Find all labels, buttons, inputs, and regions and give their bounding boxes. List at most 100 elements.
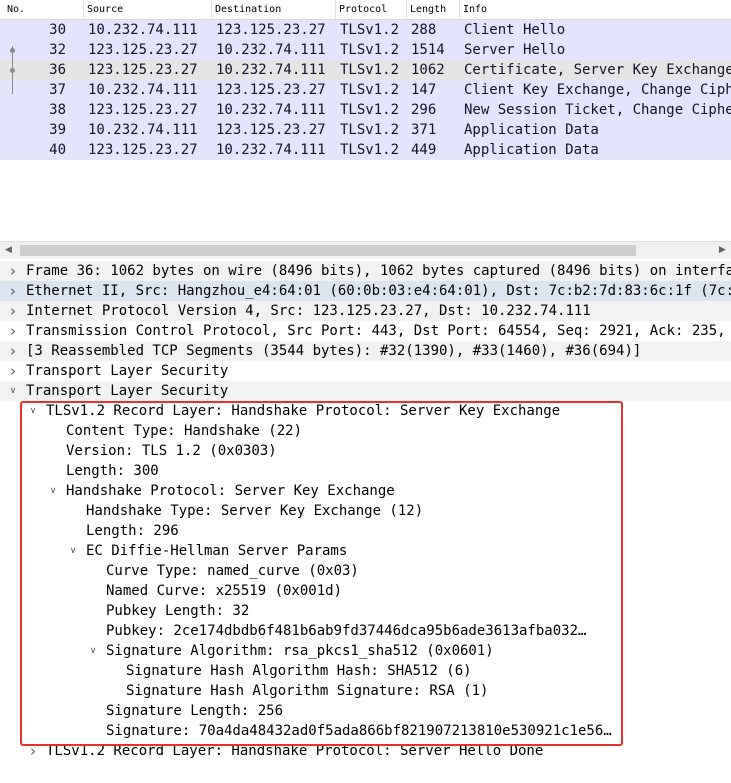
tree-item-label: Version: TLS 1.2 (0x0303) [66,443,277,459]
tree-item[interactable]: ∨ EC Diffie-Hellman Server Params [0,541,731,561]
chevron-right-icon[interactable]: › [7,321,19,341]
tree-item[interactable]: › Ethernet II, Src: Hangzhou_e4:64:01 (60… [0,281,731,301]
tree-item[interactable]: Named Curve: x25519 (0x001d) [0,581,731,601]
chevron-right-icon[interactable]: › [7,341,19,361]
tree-item[interactable]: Signature Hash Algorithm Signature: RSA … [0,681,731,701]
packet-cell-no: 30 [49,22,66,38]
tree-item-label: TLSv1.2 Record Layer: Handshake Protocol… [46,743,544,759]
packet-list-horizontal-scrollbar[interactable]: ◀ ▶ [0,241,731,259]
tree-item[interactable]: Curve Type: named_curve (0x03) [0,561,731,581]
packet-row[interactable]: 39 10.232.74.111 123.125.23.27 TLSv1.2 371 Ap… [0,120,731,140]
tree-item-label: EC Diffie-Hellman Server Params [86,543,348,559]
tree-item[interactable]: › Transport Layer Security [0,361,731,381]
tree-item[interactable]: › Internet Protocol Version 4, Src: 123.1… [0,301,731,321]
tree-item[interactable]: Signature Length: 256 [0,701,731,721]
column-header-length[interactable]: Length [407,0,460,19]
wireshark-window: No. Source Destination Protocol Length I… [0,0,731,783]
packet-cell-info: Client Hello [464,22,566,38]
packet-row[interactable]: 36 123.125.23.27 10.232.74.111 TLSv1.2 1062 C… [0,60,731,80]
packet-cell-destination: 123.125.23.27 [216,122,326,138]
packet-row[interactable]: 30 10.232.74.111 123.125.23.27 TLSv1.2 288 Cl… [0,20,731,40]
tree-item[interactable]: Version: TLS 1.2 (0x0303) [0,441,731,461]
tree-item[interactable]: ∨ Signature Algorithm: rsa_pkcs1_sha512 (… [0,641,731,661]
tree-item[interactable]: Pubkey: 2ce174dbdb6f481b6ab9fd37446dca95… [0,621,731,641]
packet-details-tree: › Frame 36: 1062 bytes on wire (8496 bits… [0,261,731,783]
tree-item-label: Pubkey: 2ce174dbdb6f481b6ab9fd37446dca95… [106,623,587,639]
tree-item-label: Pubkey Length: 32 [106,603,250,619]
packet-cell-info: Server Hello [464,42,566,58]
packet-cell-protocol: TLSv1.2 [340,122,400,138]
packet-cell-protocol: TLSv1.2 [340,22,400,38]
chevron-down-icon[interactable]: ∨ [47,481,59,501]
packet-cell-info: Application Data [464,122,599,138]
packet-cell-source: 123.125.23.27 [88,42,198,58]
tree-item-label: TLSv1.2 Record Layer: Handshake Protocol… [46,403,561,419]
tree-item[interactable]: › Transmission Control Protocol, Src Port… [0,321,731,341]
tree-item[interactable]: Length: 296 [0,521,731,541]
packet-cell-destination: 10.232.74.111 [216,62,326,78]
tree-item[interactable]: ∨ TLSv1.2 Record Layer: Handshake Protoco… [0,401,731,421]
tree-item-label: Signature Hash Algorithm Signature: RSA … [126,683,489,699]
packet-cell-destination: 10.232.74.111 [216,142,326,158]
tree-item[interactable]: Length: 300 [0,461,731,481]
chevron-down-icon[interactable]: ∨ [87,641,99,661]
packet-list: 30 10.232.74.111 123.125.23.27 TLSv1.2 288 Cl… [0,20,731,240]
column-header-source[interactable]: Source [84,0,212,19]
chevron-right-icon[interactable]: › [7,301,19,321]
packet-cell-no: 38 [49,102,66,118]
packet-cell-info: Application Data [464,142,599,158]
tree-item[interactable]: Handshake Type: Server Key Exchange (12) [0,501,731,521]
tree-item[interactable]: Signature Hash Algorithm Hash: SHA512 (6… [0,661,731,681]
tree-item-label: Handshake Protocol: Server Key Exchange [66,483,395,499]
scrollbar-thumb[interactable] [20,245,636,256]
packet-cell-protocol: TLSv1.2 [340,82,400,98]
packet-cell-source: 10.232.74.111 [88,82,198,98]
tree-item[interactable]: › [3 Reassembled TCP Segments (3544 bytes… [0,341,731,361]
tree-item[interactable]: Pubkey Length: 32 [0,601,731,621]
packet-cell-no: 40 [49,142,66,158]
tree-item[interactable]: Signature: 70a4da48432ad0f5ada866bf82190… [0,721,731,741]
tree-item-label: Handshake Type: Server Key Exchange (12) [86,503,424,519]
packet-cell-source: 10.232.74.111 [88,122,198,138]
chevron-down-icon[interactable]: ∨ [67,541,79,561]
column-header-protocol[interactable]: Protocol [336,0,407,19]
tree-item-label: Ethernet II, Src: Hangzhou_e4:64:01 (60:… [26,283,731,299]
tree-item-label: Length: 296 [86,523,179,539]
packet-row[interactable]: 32 123.125.23.27 10.232.74.111 TLSv1.2 1514 S… [0,40,731,60]
chevron-right-icon[interactable]: › [7,281,19,301]
tree-item[interactable]: ∨ Handshake Protocol: Server Key Exchange [0,481,731,501]
related-packet-dot [10,68,15,73]
tree-item[interactable]: ∨ Transport Layer Security [0,381,731,401]
tree-item-label: Signature Algorithm: rsa_pkcs1_sha512 (0… [106,643,494,659]
chevron-right-icon[interactable]: › [27,741,39,761]
chevron-down-icon[interactable]: ∨ [7,381,19,401]
column-header-info[interactable]: Info [460,0,731,19]
chevron-right-icon[interactable]: › [7,261,19,281]
packet-cell-length: 147 [411,82,437,98]
packet-cell-destination: 123.125.23.27 [216,82,326,98]
tree-item-label: [3 Reassembled TCP Segments (3544 bytes)… [26,343,642,359]
tree-item-label: Transport Layer Security [26,363,229,379]
tree-item[interactable]: › TLSv1.2 Record Layer: Handshake Protoco… [0,741,731,761]
related-packet-dot [10,48,15,53]
tree-item-label: Signature Length: 256 [106,703,284,719]
tree-item[interactable]: › Frame 36: 1062 bytes on wire (8496 bits… [0,261,731,281]
chevron-down-icon[interactable]: ∨ [27,401,39,421]
column-header-no[interactable]: No. [4,0,84,19]
scroll-left-icon[interactable]: ◀ [0,242,17,259]
tree-item[interactable]: Content Type: Handshake (22) [0,421,731,441]
chevron-right-icon[interactable]: › [7,361,19,381]
packet-cell-no: 39 [49,122,66,138]
column-header-destination[interactable]: Destination [212,0,336,19]
packet-cell-info: Certificate, Server Key Exchange, Server… [464,62,731,78]
packet-cell-source: 123.125.23.27 [88,142,198,158]
packet-cell-protocol: TLSv1.2 [340,42,400,58]
packet-cell-info: Client Key Exchange, Change Cipher Spec,… [464,82,731,98]
packet-row[interactable]: 37 10.232.74.111 123.125.23.27 TLSv1.2 147 Cl… [0,80,731,100]
packet-row[interactable]: 40 123.125.23.27 10.232.74.111 TLSv1.2 449 Ap… [0,140,731,160]
tree-item-label: Internet Protocol Version 4, Src: 123.12… [26,303,591,319]
scroll-right-icon[interactable]: ▶ [714,242,731,259]
packet-cell-protocol: TLSv1.2 [340,102,400,118]
packet-row[interactable]: 38 123.125.23.27 10.232.74.111 TLSv1.2 296 Ne… [0,100,731,120]
tree-item-label: Curve Type: named_curve (0x03) [106,563,359,579]
